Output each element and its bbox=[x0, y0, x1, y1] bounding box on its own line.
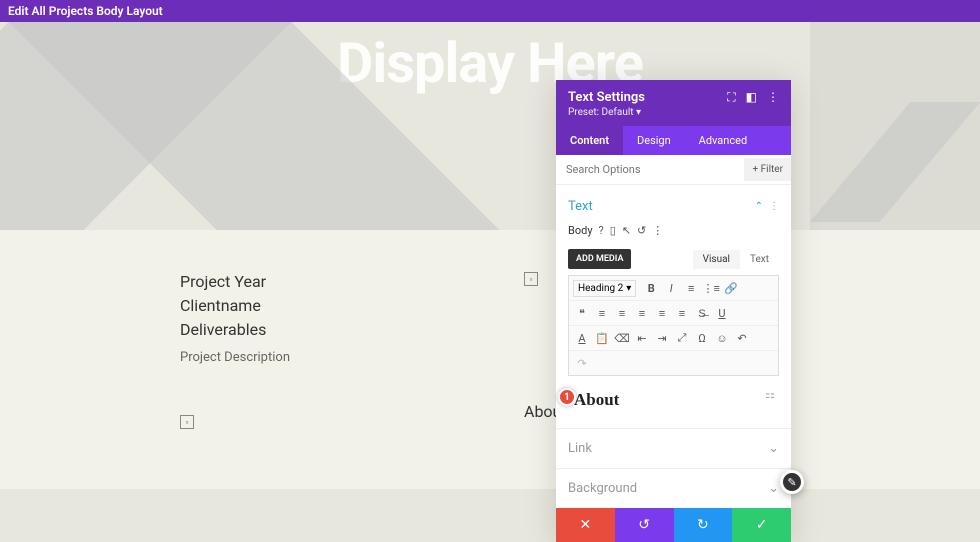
discard-button[interactable]: ✕ bbox=[556, 508, 615, 542]
align-left-icon[interactable]: ≡ bbox=[593, 304, 611, 322]
hover-icon[interactable]: ↖ bbox=[622, 224, 631, 237]
body-toggle-row: Body ? ▯ ↖ ↺ ⋮ bbox=[568, 220, 779, 245]
broken-image-icon: ▫ bbox=[180, 415, 194, 429]
body-label: Body bbox=[568, 224, 593, 237]
number-list-icon[interactable]: ⋮≡ bbox=[702, 279, 720, 297]
annotation-marker: 1 bbox=[558, 388, 576, 406]
modal-actions: ✕ ↺ ↻ ✓ bbox=[556, 508, 791, 542]
dynamic-content-icon[interactable]: ⚏ bbox=[765, 388, 775, 401]
redo-button[interactable]: ↻ bbox=[674, 508, 733, 542]
chevron-down-icon: ⌄ bbox=[768, 481, 779, 496]
hero-shape bbox=[810, 22, 980, 230]
reset-icon[interactable]: ↺ bbox=[637, 224, 646, 237]
underline-icon[interactable]: U bbox=[713, 304, 731, 322]
menu-icon[interactable]: ⋮ bbox=[767, 90, 779, 105]
settings-fab[interactable]: ✎ bbox=[780, 470, 804, 494]
menu-icon[interactable]: ⋮ bbox=[769, 201, 779, 212]
emoji-icon[interactable]: ☺ bbox=[713, 329, 731, 347]
text-section-header[interactable]: Text ⌃ ⋮ bbox=[568, 193, 779, 220]
addmedia-row: ADD MEDIA Visual Text bbox=[568, 249, 779, 269]
editor-body[interactable]: 1 About ⚏ bbox=[568, 376, 779, 420]
indent-icon[interactable]: ⇥ bbox=[653, 329, 671, 347]
project-info: Project Year Clientname Deliverables Pro… bbox=[0, 230, 980, 390]
outdent-icon[interactable]: ⇤ bbox=[633, 329, 651, 347]
quote-icon[interactable]: ❝ bbox=[573, 304, 591, 322]
wysiwyg-toolbar: Heading 2▾ B I ≡ ⋮≡ 🔗 ❝ ≡ ≡ ≡ ≡ ≡ S̶ U A… bbox=[568, 275, 779, 376]
link-icon[interactable]: 🔗 bbox=[722, 279, 740, 297]
save-button[interactable]: ✓ bbox=[732, 508, 791, 542]
chevron-up-icon[interactable]: ⌃ bbox=[755, 201, 763, 212]
chevron-down-icon: ▾ bbox=[626, 283, 631, 294]
align-justify-icon[interactable]: ≡ bbox=[653, 304, 671, 322]
modal-header[interactable]: Text Settings ⛶ ◧ ⋮ Preset: Default ▾ bbox=[556, 80, 791, 126]
hero-section: Display Here bbox=[0, 22, 980, 230]
align-right-icon[interactable]: ≡ bbox=[633, 304, 651, 322]
text-settings-modal: Text Settings ⛶ ◧ ⋮ Preset: Default ▾ Co… bbox=[556, 80, 791, 542]
fullscreen-icon[interactable]: ⤢ bbox=[673, 329, 691, 347]
background-section[interactable]: Background ⌄ bbox=[556, 468, 791, 508]
preset-label[interactable]: Preset: Default ▾ bbox=[568, 107, 779, 118]
redo-icon[interactable]: ↷ bbox=[573, 354, 591, 372]
chevron-down-icon: ▾ bbox=[636, 107, 641, 118]
search-input[interactable] bbox=[556, 155, 744, 184]
text-tab[interactable]: Text bbox=[740, 250, 779, 269]
search-row: + Filter bbox=[556, 155, 791, 185]
bullet-list-icon[interactable]: ≡ bbox=[682, 279, 700, 297]
text-section: Text ⌃ ⋮ Body ? ▯ ↖ ↺ ⋮ ADD MEDIA Visual… bbox=[556, 185, 791, 428]
menu-icon[interactable]: ⋮ bbox=[652, 224, 663, 237]
tab-advanced[interactable]: Advanced bbox=[685, 126, 761, 155]
heading-select[interactable]: Heading 2▾ bbox=[573, 280, 636, 297]
clear-icon[interactable]: ⌫ bbox=[613, 329, 631, 347]
modal-title: Text Settings bbox=[568, 90, 645, 105]
filter-button[interactable]: + Filter bbox=[744, 158, 791, 181]
lower-section: ▫ About bbox=[0, 390, 980, 489]
top-bar: Edit All Projects Body Layout bbox=[0, 0, 980, 22]
snap-icon[interactable]: ◧ bbox=[746, 90, 757, 105]
align-justify-icon[interactable]: ≡ bbox=[673, 304, 691, 322]
modal-tabs: Content Design Advanced bbox=[556, 126, 791, 155]
textcolor-icon[interactable]: A bbox=[573, 329, 591, 347]
help-icon[interactable]: ? bbox=[599, 224, 604, 237]
undo-button[interactable]: ↺ bbox=[615, 508, 674, 542]
paste-icon[interactable]: 📋 bbox=[593, 329, 611, 347]
tab-design[interactable]: Design bbox=[623, 126, 685, 155]
add-media-button[interactable]: ADD MEDIA bbox=[568, 249, 631, 269]
chevron-down-icon: ⌄ bbox=[768, 441, 779, 456]
expand-icon[interactable]: ⛶ bbox=[727, 90, 735, 105]
strike-icon[interactable]: S̶ bbox=[693, 304, 711, 322]
visual-tab[interactable]: Visual bbox=[693, 250, 740, 269]
editor-heading[interactable]: About bbox=[574, 390, 773, 410]
broken-image-icon: ▫ bbox=[524, 272, 538, 286]
tab-content[interactable]: Content bbox=[556, 126, 623, 155]
bold-icon[interactable]: B bbox=[642, 279, 660, 297]
link-section[interactable]: Link ⌄ bbox=[556, 428, 791, 468]
italic-icon[interactable]: I bbox=[662, 279, 680, 297]
mobile-icon[interactable]: ▯ bbox=[610, 224, 616, 237]
undo-icon[interactable]: ↶ bbox=[733, 329, 751, 347]
align-center-icon[interactable]: ≡ bbox=[613, 304, 631, 322]
special-char-icon[interactable]: Ω bbox=[693, 329, 711, 347]
topbar-title: Edit All Projects Body Layout bbox=[8, 4, 163, 18]
